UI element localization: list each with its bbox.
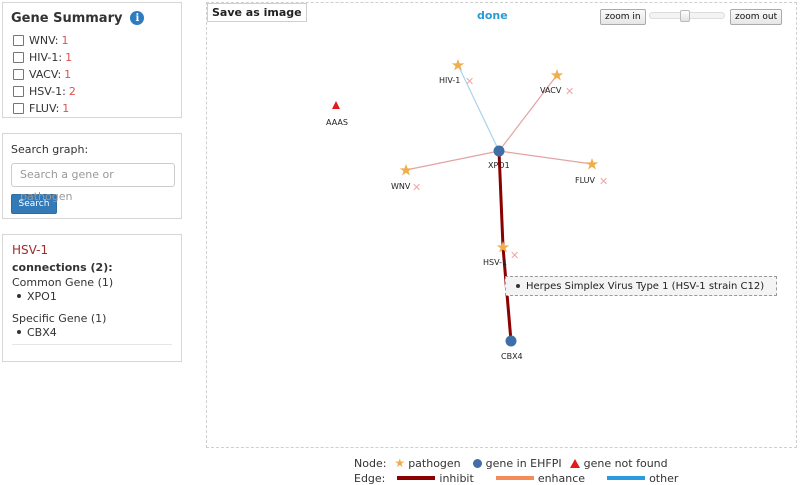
search-input[interactable]: Search a gene or pathogen bbox=[11, 163, 175, 203]
legend-other-label: other bbox=[649, 471, 679, 485]
bullet bbox=[516, 284, 520, 288]
summary-item-vacv[interactable]: VACV: 1 bbox=[11, 66, 173, 83]
legend-enhance-line bbox=[495, 476, 534, 480]
summary-item-hsv-1[interactable]: HSV-1: 2 bbox=[11, 83, 173, 100]
layout-status: done bbox=[477, 9, 508, 22]
network-graph[interactable]: Save as image done zoom in zoom out HIV-… bbox=[206, 2, 797, 448]
common-gene-heading: Common Gene (1) bbox=[12, 276, 114, 289]
checkbox[interactable] bbox=[13, 103, 24, 114]
summary-item-count: 1 bbox=[61, 34, 69, 47]
node-label-cbx4[interactable]: CBX4 bbox=[501, 352, 523, 361]
legend-pathogen-label: pathogen bbox=[408, 456, 461, 470]
summary-item-label: VACV: bbox=[29, 68, 62, 81]
checkbox[interactable] bbox=[13, 35, 24, 46]
gene-summary-title: Gene Summary bbox=[11, 10, 123, 26]
zoom-slider-handle[interactable] bbox=[680, 10, 690, 22]
legend-node-title: Node: bbox=[354, 456, 387, 470]
search-label: Search graph: bbox=[11, 143, 89, 156]
summary-item-hiv-1[interactable]: HIV-1: 1 bbox=[11, 49, 173, 66]
not-found-cross-icon: ✕ bbox=[465, 75, 475, 88]
summary-item-count: 1 bbox=[64, 68, 72, 81]
summary-item-label: HSV-1: bbox=[29, 85, 66, 98]
node-label-hiv-1[interactable]: HIV-1 bbox=[439, 76, 460, 85]
legend-inhibit-label: inhibit bbox=[439, 471, 474, 485]
not-found-cross-icon: ✕ bbox=[565, 85, 575, 98]
not-found-cross-icon: ✕ bbox=[510, 249, 520, 262]
summary-item-count: 1 bbox=[65, 51, 73, 64]
summary-item-count: 1 bbox=[62, 102, 70, 115]
divider bbox=[12, 344, 172, 345]
node-label-fluv[interactable]: FLUV bbox=[575, 176, 595, 185]
edge-legend: Edge: inhibit enhance other bbox=[354, 471, 678, 485]
node-label-vacv[interactable]: VACV bbox=[540, 86, 561, 95]
connections-count: connections (2): bbox=[12, 261, 113, 274]
summary-item-label: WNV: bbox=[29, 34, 59, 47]
legend-not-found-label: gene not found bbox=[583, 456, 668, 470]
zoom-in-button[interactable]: zoom in bbox=[600, 9, 646, 25]
specific-gene-heading: Specific Gene (1) bbox=[12, 312, 107, 325]
node-info-panel: HSV-1 connections (2): Common Gene (1) X… bbox=[2, 234, 182, 362]
search-panel: Search graph: Search a gene or pathogen … bbox=[2, 133, 182, 219]
summary-item-wnv[interactable]: WNV: 1 bbox=[11, 32, 173, 49]
summary-item-fluv[interactable]: FLUV: 1 bbox=[11, 100, 173, 117]
checkbox[interactable] bbox=[13, 52, 24, 63]
legend-star-icon: ★ bbox=[394, 456, 406, 470]
bullet bbox=[17, 294, 21, 298]
legend-edge-title: Edge: bbox=[354, 471, 386, 485]
legend-inhibit-line bbox=[397, 476, 436, 480]
checkbox[interactable] bbox=[13, 69, 24, 80]
gene-summary-panel: Gene Summary i WNV: 1 HIV-1: 1 VACV: 1 H… bbox=[2, 2, 182, 118]
node-label-hsv-1[interactable]: HSV-1 bbox=[483, 258, 507, 267]
legend-circle-icon bbox=[472, 458, 482, 468]
save-as-image-button[interactable]: Save as image bbox=[207, 3, 307, 22]
legend-enhance-label: enhance bbox=[537, 471, 586, 485]
node-label-wnv[interactable]: WNV bbox=[391, 182, 410, 191]
common-gene-item[interactable]: XPO1 bbox=[12, 289, 172, 303]
legend-other-line bbox=[607, 476, 646, 480]
summary-item-label: FLUV: bbox=[29, 102, 60, 115]
node-fluv-pathogen-icon[interactable] bbox=[585, 158, 599, 170]
node-label-xpo1[interactable]: XPO1 bbox=[488, 161, 510, 170]
specific-gene-item[interactable]: CBX4 bbox=[12, 325, 172, 339]
node-hiv-1-pathogen-icon[interactable] bbox=[451, 59, 465, 71]
tooltip-text: Herpes Simplex Virus Type 1 (HSV-1 strai… bbox=[526, 280, 765, 292]
checkbox[interactable] bbox=[13, 86, 24, 97]
node-vacv-pathogen-icon[interactable] bbox=[550, 69, 564, 81]
gene-summary-header: Gene Summary i bbox=[11, 9, 173, 27]
zoom-slider[interactable] bbox=[649, 10, 725, 22]
summary-item-label: HIV-1: bbox=[29, 51, 63, 64]
legend-gene-label: gene in EHFPI bbox=[485, 456, 562, 470]
bullet bbox=[17, 330, 21, 334]
node-info-title: HSV-1 bbox=[12, 243, 49, 257]
graph-nodes bbox=[332, 59, 599, 347]
node-hsv-1-pathogen-icon[interactable] bbox=[496, 241, 510, 253]
node-wnv-pathogen-icon[interactable] bbox=[399, 164, 413, 176]
node-xpo1-gene-icon[interactable] bbox=[493, 145, 505, 157]
info-icon[interactable]: i bbox=[130, 11, 145, 25]
node-label-aaas[interactable]: AAAS bbox=[326, 118, 348, 127]
not-found-cross-icon: ✕ bbox=[412, 181, 422, 194]
node-tooltip: Herpes Simplex Virus Type 1 (HSV-1 strai… bbox=[505, 276, 777, 296]
summary-item-count: 2 bbox=[68, 85, 76, 98]
node-aaas-not-found-icon[interactable] bbox=[332, 101, 340, 109]
common-gene-label: XPO1 bbox=[27, 289, 57, 303]
specific-gene-label: CBX4 bbox=[27, 325, 57, 339]
not-found-cross-icon: ✕ bbox=[599, 175, 609, 188]
zoom-out-button[interactable]: zoom out bbox=[730, 9, 783, 25]
legend-triangle-icon bbox=[569, 458, 580, 468]
node-cbx4-gene-icon[interactable] bbox=[505, 335, 517, 347]
node-legend: Node: ★ pathogen gene in EHFPI gene not … bbox=[354, 456, 668, 470]
